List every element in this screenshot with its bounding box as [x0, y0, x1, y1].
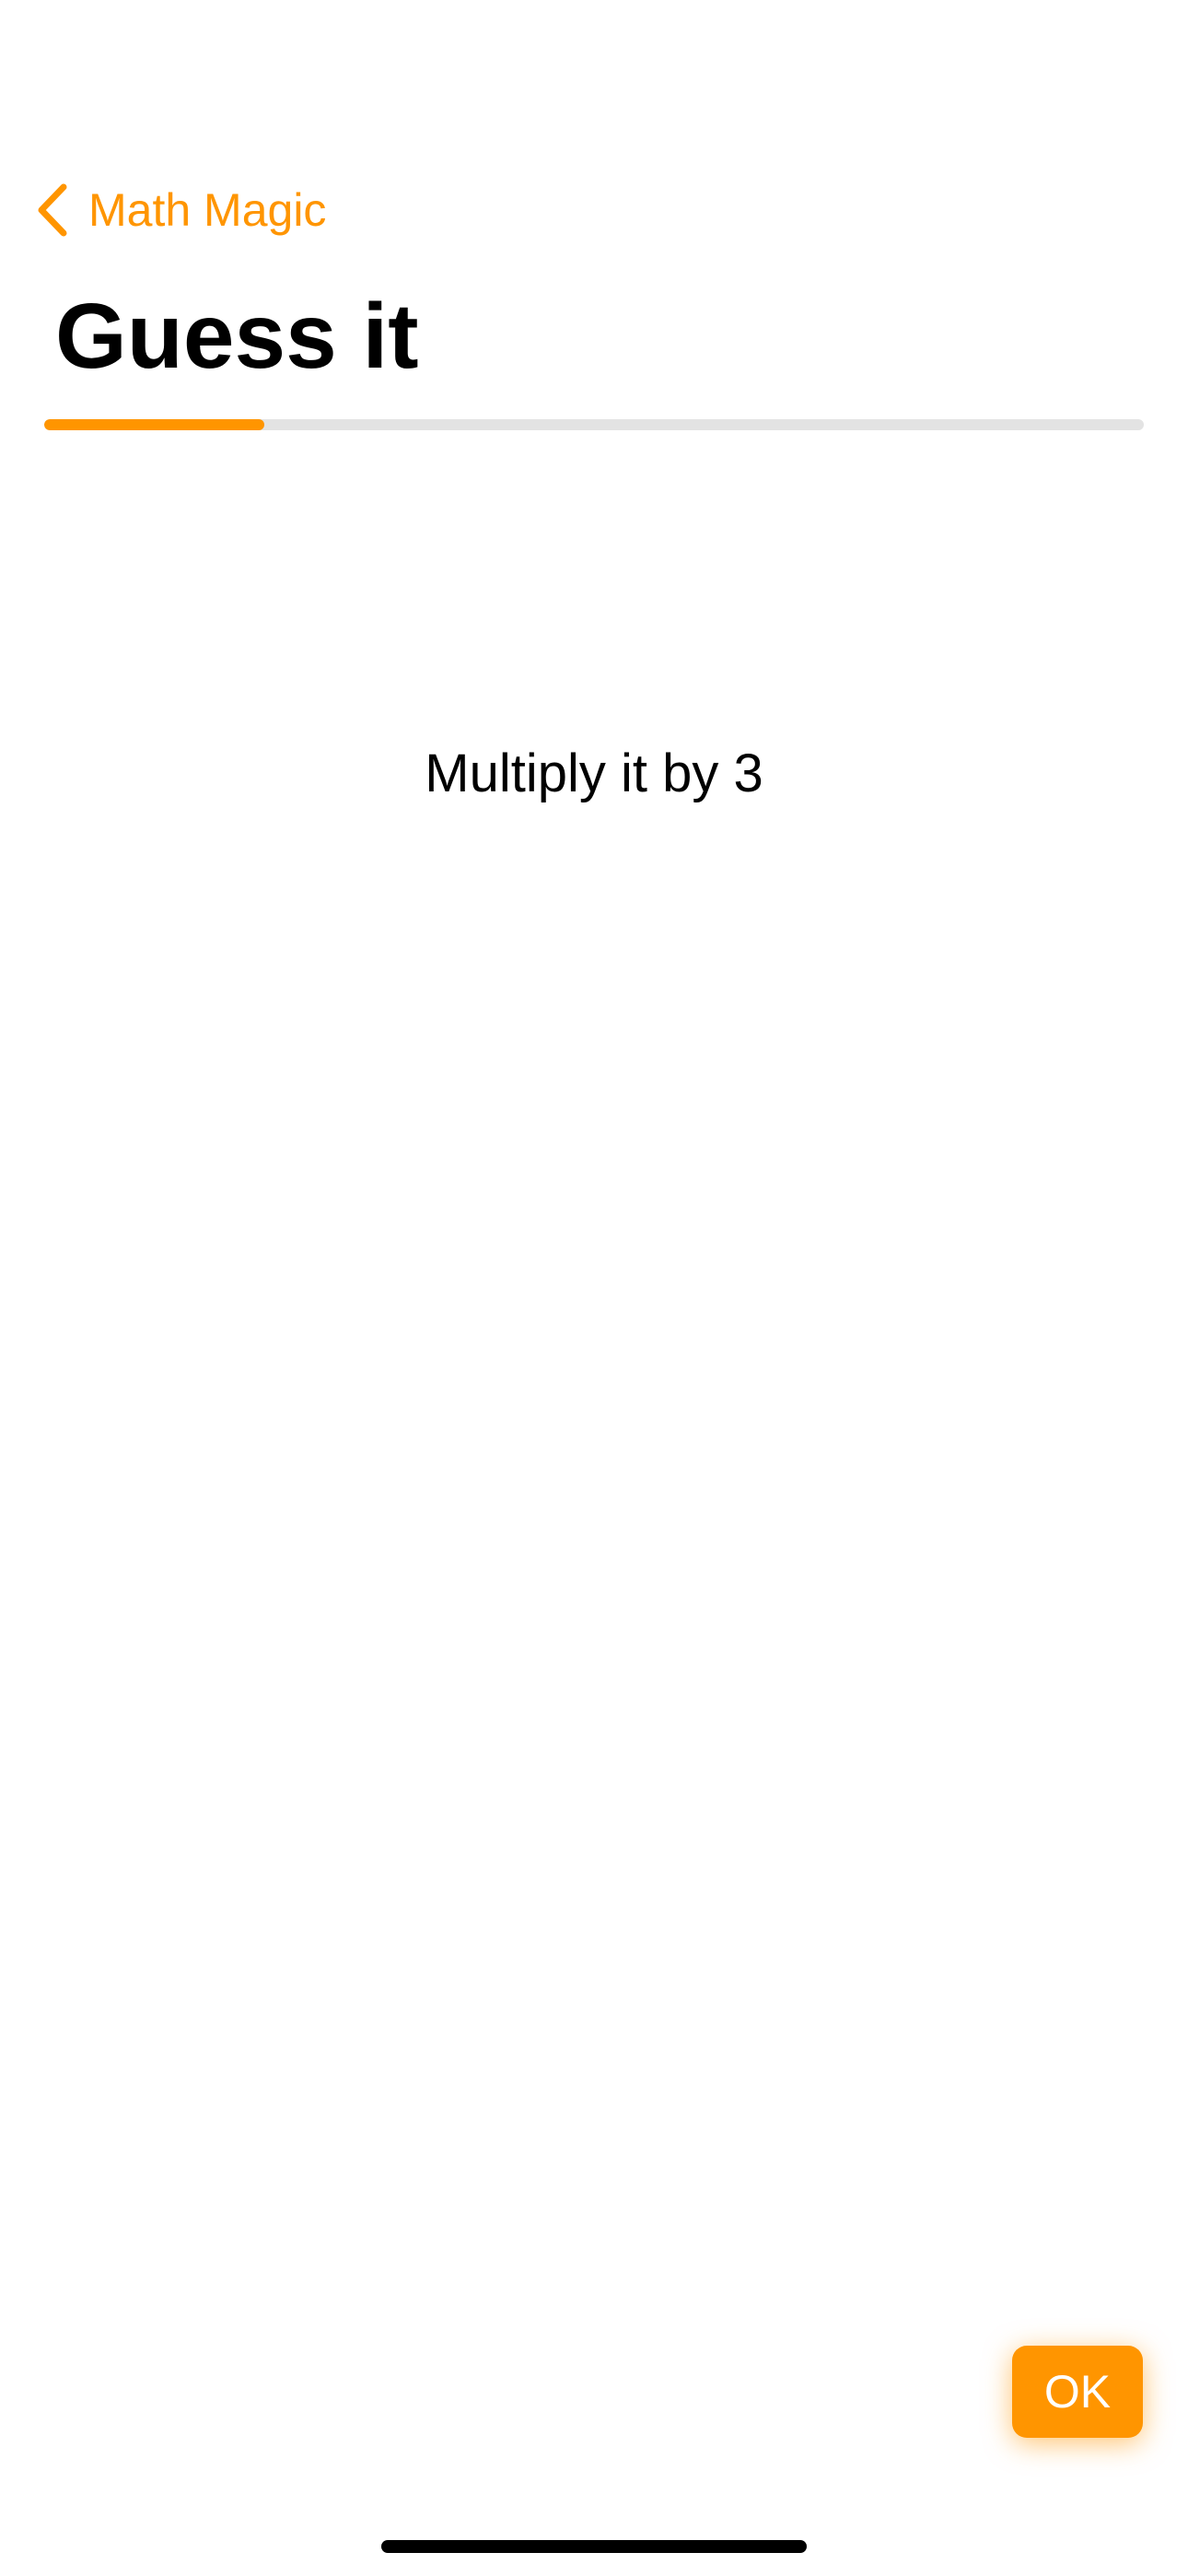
home-indicator[interactable]: [381, 2540, 807, 2553]
progress-bar: [44, 419, 1144, 430]
chevron-left-icon: [33, 182, 70, 238]
page-title: Guess it: [55, 285, 419, 388]
progress-bar-fill: [44, 419, 264, 430]
instruction-text: Multiply it by 3: [425, 744, 763, 803]
back-button-label: Math Magic: [88, 183, 327, 236]
back-button[interactable]: Math Magic: [33, 175, 326, 244]
ok-button[interactable]: OK: [1012, 2346, 1143, 2438]
